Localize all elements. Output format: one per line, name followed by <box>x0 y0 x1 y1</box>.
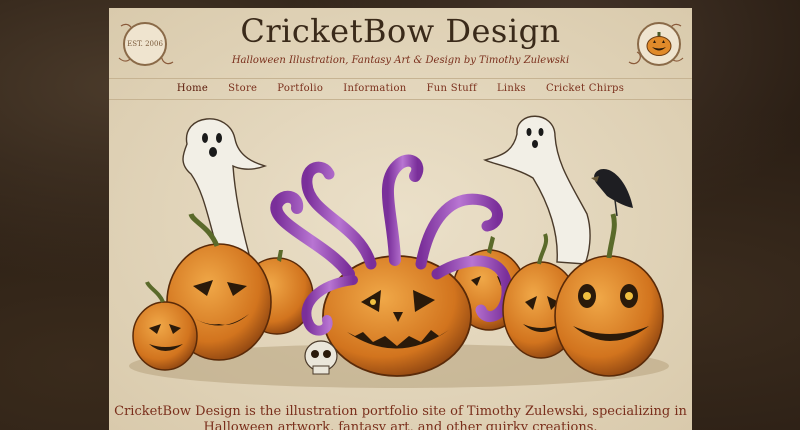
page-container: EST. 2006 CricketBow Design Halloween Il… <box>109 8 692 430</box>
hero-illustration <box>129 115 669 388</box>
nav-item-home[interactable]: Home <box>167 79 218 99</box>
nav-item-fun-stuff[interactable]: Fun Stuff <box>417 79 487 99</box>
nav-item-information[interactable]: Information <box>333 79 416 99</box>
site-title[interactable]: CricketBow Design <box>109 12 692 50</box>
site-header: EST. 2006 CricketBow Design Halloween Il… <box>109 8 692 78</box>
nav-item-portfolio[interactable]: Portfolio <box>267 79 333 99</box>
intro-paragraph: CricketBow Design is the illustration po… <box>114 404 687 430</box>
nav-item-links[interactable]: Links <box>487 79 536 99</box>
main-nav: Home Store Portfolio Information Fun Stu… <box>109 78 692 100</box>
ghost-right-icon <box>482 115 591 265</box>
nav-item-store[interactable]: Store <box>218 79 267 99</box>
ghost-left-icon <box>182 118 268 255</box>
crow-icon <box>591 168 633 217</box>
nav-item-cricket-chirps[interactable]: Cricket Chirps <box>536 79 634 99</box>
site-tagline: Halloween Illustration, Fantasy Art & De… <box>231 55 570 66</box>
